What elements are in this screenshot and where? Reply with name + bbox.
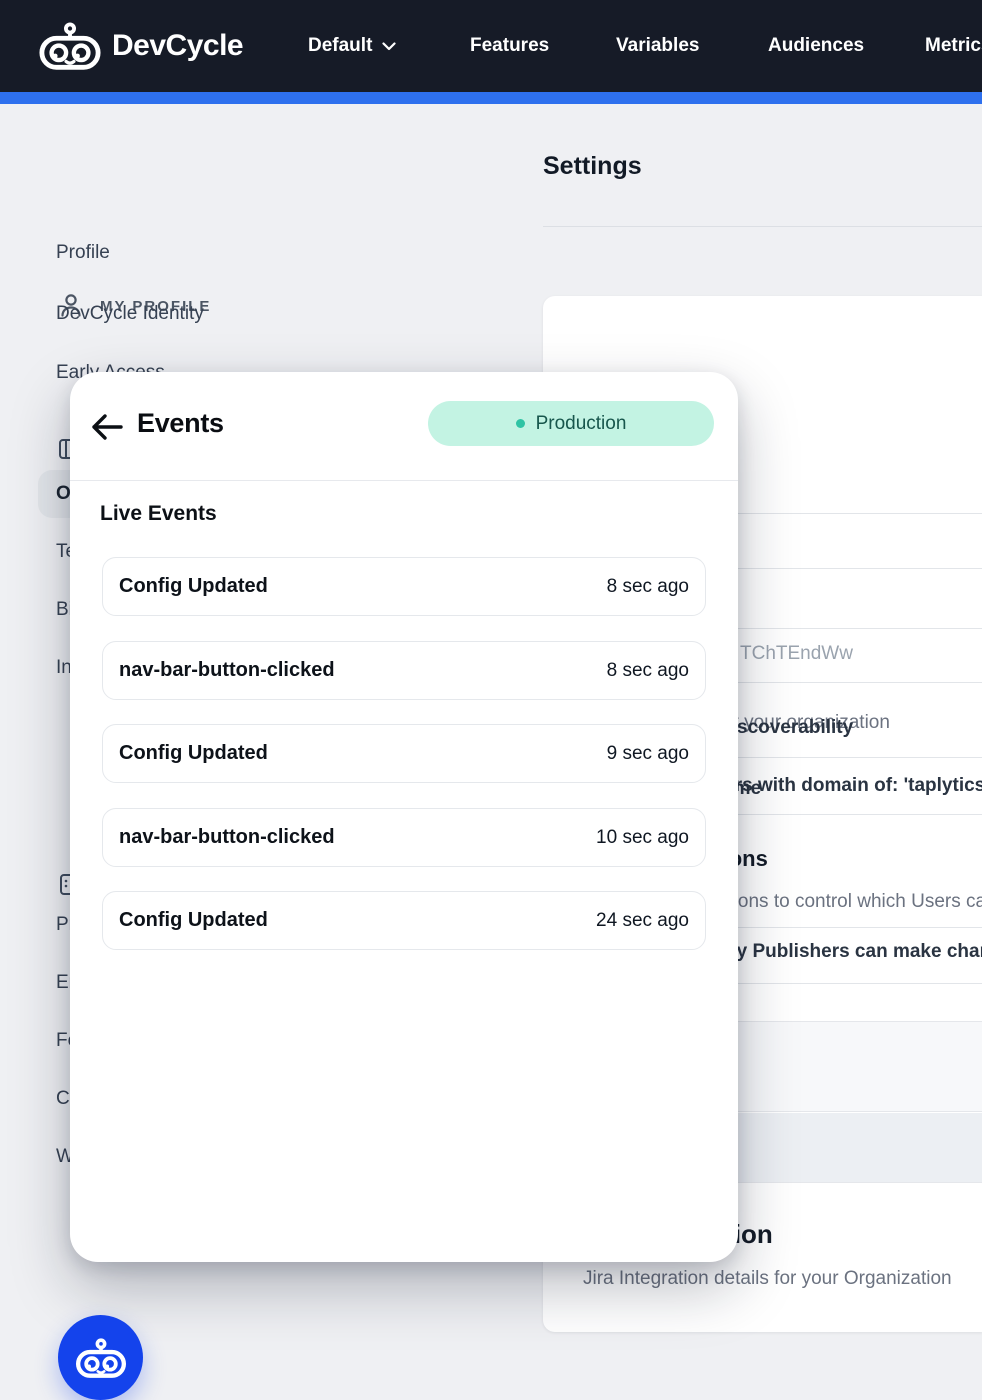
- live-events-title: Live Events: [100, 502, 217, 526]
- event-name: nav-bar-button-clicked: [119, 659, 335, 682]
- page-title-divider: [543, 226, 982, 227]
- nav-item-variables[interactable]: Variables: [616, 0, 699, 92]
- event-time: 10 sec ago: [596, 827, 689, 849]
- project-dropdown[interactable]: Default: [308, 0, 396, 92]
- event-time: 8 sec ago: [607, 660, 689, 682]
- event-row: nav-bar-button-clicked 8 sec ago: [102, 641, 706, 700]
- event-name: nav-bar-button-clicked: [119, 826, 335, 849]
- environment-badge: Production: [428, 401, 714, 446]
- event-time: 9 sec ago: [607, 743, 689, 765]
- jira-description: Jira Integration details for your Organi…: [583, 1268, 952, 1290]
- nav-item-metrics[interactable]: Metrics: [925, 0, 982, 92]
- event-name: Config Updated: [119, 909, 268, 932]
- accent-bar: [0, 92, 982, 104]
- event-name: Config Updated: [119, 742, 268, 765]
- discoverability-value: users with domain of: 'taplytics.com': [702, 775, 982, 797]
- modal-header-divider: [70, 480, 738, 481]
- brand-home-link[interactable]: DevCycle: [38, 0, 243, 92]
- discoverability-label: Discoverability: [718, 717, 853, 739]
- event-row: Config Updated 9 sec ago: [102, 724, 706, 783]
- chat-fab-button[interactable]: [58, 1315, 143, 1400]
- event-time: 8 sec ago: [607, 576, 689, 598]
- robot-fab-icon: [75, 1337, 127, 1379]
- event-name: Config Updated: [119, 575, 268, 598]
- back-button[interactable]: [88, 410, 126, 446]
- chevron-down-icon: [382, 42, 396, 51]
- nav-item-audiences[interactable]: Audiences: [768, 0, 864, 92]
- top-navbar: DevCycle Default Features Variables Audi…: [0, 0, 982, 92]
- event-row: Config Updated 8 sec ago: [102, 557, 706, 616]
- nav-item-features[interactable]: Features: [470, 0, 549, 92]
- sidebar-item-devcycle-identity[interactable]: DevCycle Identity: [56, 303, 204, 325]
- events-modal: Events Production Live Events Config Upd…: [70, 372, 738, 1262]
- publishers-text: Only Publishers can make changes: [705, 941, 982, 963]
- environment-dot-icon: [516, 419, 525, 428]
- sidebar-item-profile[interactable]: Profile: [56, 242, 110, 264]
- org-id-value[interactable]: TChTEndWw: [740, 643, 853, 665]
- event-row: nav-bar-button-clicked 10 sec ago: [102, 808, 706, 867]
- event-time: 24 sec ago: [596, 910, 689, 932]
- robot-logo-icon: [38, 21, 102, 71]
- environment-label: Production: [536, 413, 627, 435]
- project-dropdown-label: Default: [308, 35, 372, 57]
- back-arrow-icon: [90, 412, 124, 442]
- brand-name: DevCycle: [112, 29, 243, 63]
- page-title: Settings: [543, 152, 642, 181]
- modal-title: Events: [137, 408, 224, 439]
- event-row: Config Updated 24 sec ago: [102, 891, 706, 950]
